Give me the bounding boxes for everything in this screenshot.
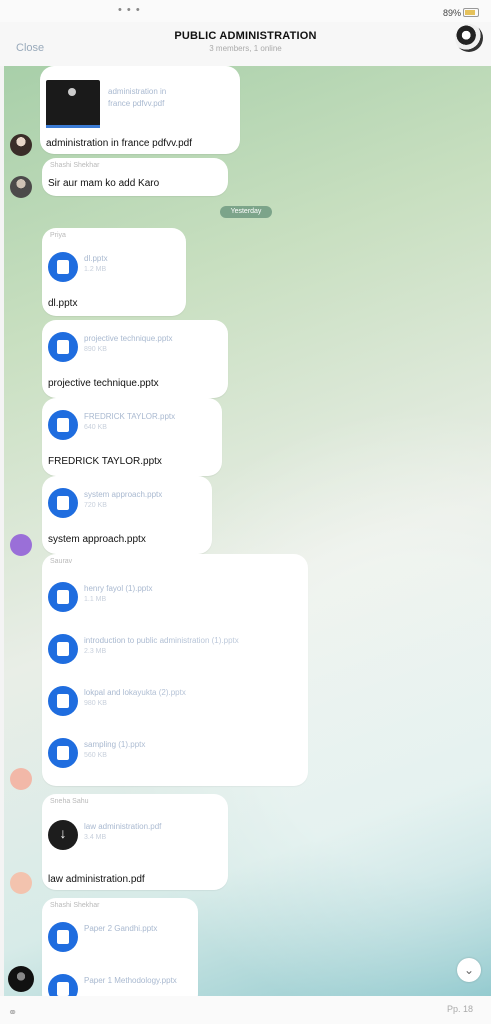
chevron-down-icon: ⌄ <box>463 963 475 977</box>
file-size: 980 KB <box>84 700 107 707</box>
document-icon[interactable] <box>48 582 78 612</box>
message-bubble[interactable]: Sneha Sahu law administration.pdf 3.4 MB… <box>42 794 228 890</box>
file-attachment[interactable]: Paper 1 Methodology.pptx <box>48 968 228 996</box>
file-size: 890 KB <box>84 346 107 353</box>
document-icon[interactable] <box>48 686 78 716</box>
message-text: FREDRICK TAYLOR.pptx <box>48 456 162 467</box>
file-size: 1.2 MB <box>84 266 107 273</box>
message-text: law administration.pdf <box>48 874 145 885</box>
date-separator: Yesterday <box>220 206 272 218</box>
sender-name: Saurav <box>50 558 73 565</box>
file-attachment[interactable]: Paper 2 Gandhi.pptx <box>48 916 228 960</box>
file-name: henry fayol (1).pptx <box>84 584 153 593</box>
document-icon[interactable] <box>48 974 78 996</box>
avatar[interactable] <box>10 534 32 556</box>
file-name: system approach.pptx <box>84 490 163 499</box>
document-icon[interactable] <box>48 922 78 952</box>
file-attachment[interactable]: projective technique.pptx 890 KB <box>48 326 228 370</box>
battery-level: 89% <box>442 8 461 18</box>
file-name: introduction to public administration (1… <box>84 636 239 645</box>
status-bar: • • • 89% <box>0 0 491 22</box>
document-icon[interactable] <box>48 634 78 664</box>
document-icon[interactable] <box>48 252 78 282</box>
status-dots: • • • <box>118 4 141 16</box>
file-attachment[interactable]: lokpal and lokayukta (2).pptx 980 KB <box>48 680 298 724</box>
scroll-down-button[interactable]: ⌄ <box>457 958 481 982</box>
message-bubble[interactable]: system approach.pptx 720 KB system appro… <box>42 476 212 554</box>
file-attachment[interactable]: system approach.pptx 720 KB <box>48 482 228 526</box>
pdf-thumbnail[interactable] <box>46 80 100 128</box>
message-list[interactable]: administration in france pdfvv.pdf admin… <box>4 66 491 996</box>
avatar[interactable] <box>10 176 32 198</box>
file-attachment[interactable]: law administration.pdf 3.4 MB <box>48 814 228 858</box>
chat-header: Close PUBLIC ADMINISTRATION 3 members, 1… <box>0 22 491 66</box>
group-avatar[interactable] <box>455 24 483 52</box>
battery-icon <box>463 8 479 17</box>
file-name: sampling (1).pptx <box>84 740 146 749</box>
sender-name: Priya <box>50 232 66 239</box>
bottom-bar: ⚭ Pp. 18 <box>0 996 491 1024</box>
avatar[interactable] <box>10 872 32 894</box>
document-icon[interactable] <box>48 332 78 362</box>
file-name: dl.pptx <box>84 254 108 263</box>
file-name: Paper 2 Gandhi.pptx <box>84 924 158 933</box>
document-icon[interactable] <box>48 738 78 768</box>
avatar[interactable] <box>10 768 32 790</box>
bottom-right-text: Pp. 18 <box>446 1004 473 1014</box>
message-bubble[interactable]: Saurav henry fayol (1).pptx 1.1 MB intro… <box>42 554 308 786</box>
file-size: 1.1 MB <box>84 596 107 603</box>
file-name: FREDRICK TAYLOR.pptx <box>84 412 176 421</box>
file-size: 560 KB <box>84 752 107 759</box>
avatar[interactable] <box>10 134 32 156</box>
file-attachment[interactable]: henry fayol (1).pptx 1.1 MB <box>48 576 298 620</box>
message-bubble[interactable]: Priya dl.pptx 1.2 MB dl.pptx <box>42 228 186 316</box>
chat-title[interactable]: PUBLIC ADMINISTRATION <box>0 30 491 42</box>
file-attachment[interactable]: introduction to public administration (1… <box>48 628 298 672</box>
document-icon[interactable] <box>48 410 78 440</box>
message-text: administration in france pdfvv.pdf <box>46 138 193 149</box>
message-bubble[interactable]: projective technique.pptx 890 KB project… <box>42 320 228 398</box>
sender-name: Sneha Sahu <box>50 798 89 805</box>
file-name: law administration.pdf <box>84 822 162 831</box>
attach-icon[interactable]: ⚭ <box>8 1006 17 1019</box>
document-icon[interactable] <box>48 488 78 518</box>
message-bubble[interactable]: Shashi Shekhar Paper 2 Gandhi.pptx Paper… <box>42 898 198 996</box>
sender-name: Shashi Shekhar <box>50 902 100 909</box>
file-name: administration in france pdfvv.pdf <box>108 87 167 108</box>
message-bubble[interactable]: Shashi Shekhar Sir aur mam ko add Karo <box>42 158 228 196</box>
file-name: projective technique.pptx <box>84 334 173 343</box>
file-attachment[interactable]: dl.pptx 1.2 MB <box>48 246 228 290</box>
file-size: 720 KB <box>84 502 107 509</box>
message-text: system approach.pptx <box>48 534 146 545</box>
file-size: 3.4 MB <box>84 834 107 841</box>
file-name: lokpal and lokayukta (2).pptx <box>84 688 186 697</box>
message-bubble[interactable]: FREDRICK TAYLOR.pptx 640 KB FREDRICK TAY… <box>42 398 222 476</box>
sender-name: Shashi Shekhar <box>50 162 100 169</box>
download-icon[interactable] <box>48 820 78 850</box>
file-size: 2.3 MB <box>84 648 107 655</box>
file-attachment[interactable]: sampling (1).pptx 560 KB <box>48 732 298 776</box>
avatar[interactable] <box>8 966 34 992</box>
message-text: Sir aur mam ko add Karo <box>48 178 160 189</box>
message-text: projective technique.pptx <box>48 378 159 389</box>
message-text: dl.pptx <box>48 298 78 309</box>
chat-subtitle: 3 members, 1 online <box>209 44 282 53</box>
message-bubble[interactable]: administration in france pdfvv.pdf admin… <box>40 66 240 154</box>
file-size: 640 KB <box>84 424 107 431</box>
file-name: Paper 1 Methodology.pptx <box>84 976 177 985</box>
file-attachment[interactable]: FREDRICK TAYLOR.pptx 640 KB <box>48 404 228 448</box>
